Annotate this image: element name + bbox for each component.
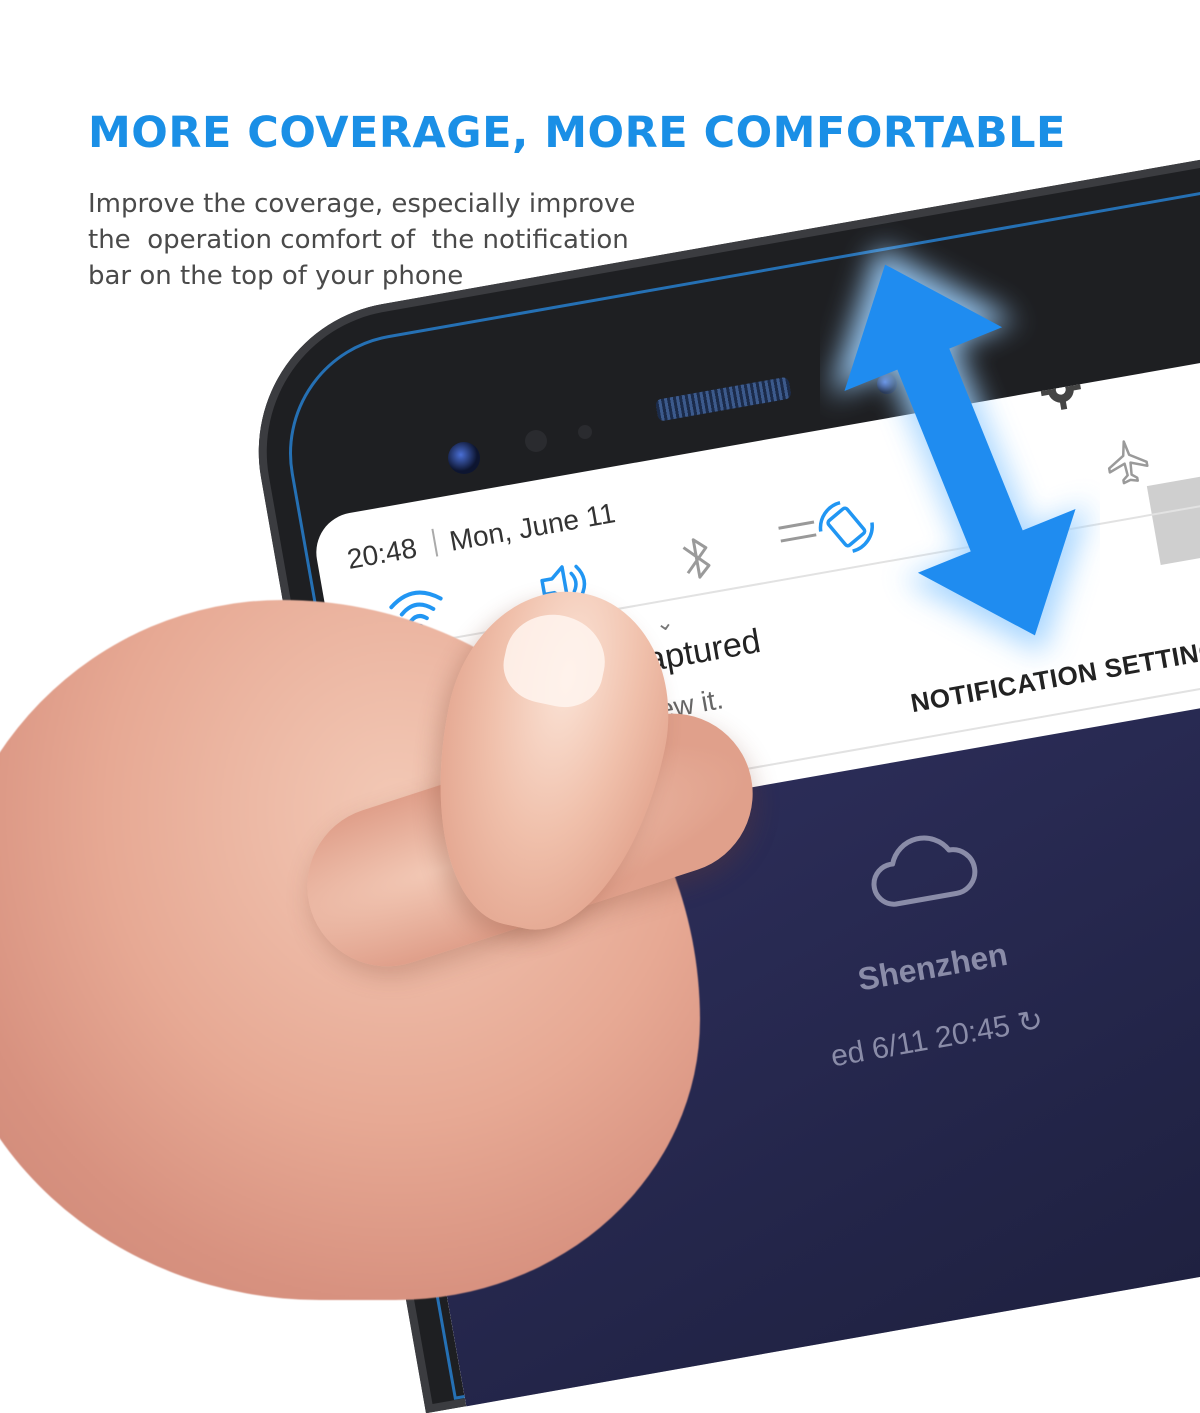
status-date: Mon, June 11 [447, 497, 618, 557]
panel-drag-handle[interactable] [778, 520, 817, 543]
double-arrow-icon [829, 246, 1091, 654]
status-separator [431, 528, 439, 557]
sensor-1 [525, 430, 547, 452]
status-time: 20:48 [344, 532, 420, 575]
bluetooth-icon[interactable] [673, 528, 722, 588]
description-line-2: the operation comfort of the notificatio… [88, 225, 629, 255]
description-line-1: Improve the coverage, especially improve [88, 189, 636, 219]
weather-city: Shenzhen [855, 935, 1011, 998]
weather-updated-text: ed 6/11 20:45 [828, 1009, 1013, 1074]
front-camera [448, 442, 480, 474]
refresh-icon[interactable]: ↻ [1015, 1004, 1045, 1041]
weather-updated: ed 6/11 20:45 ↻ [828, 1003, 1046, 1075]
sensor-2 [578, 425, 592, 439]
cloud-icon [871, 835, 978, 907]
headline: MORE COVERAGE, MORE COMFORTABLE [88, 108, 1066, 158]
notification-thumbnail [1146, 472, 1200, 565]
chevron-down-icon[interactable]: ⌄ [653, 609, 676, 638]
airplane-icon[interactable] [1098, 433, 1156, 491]
